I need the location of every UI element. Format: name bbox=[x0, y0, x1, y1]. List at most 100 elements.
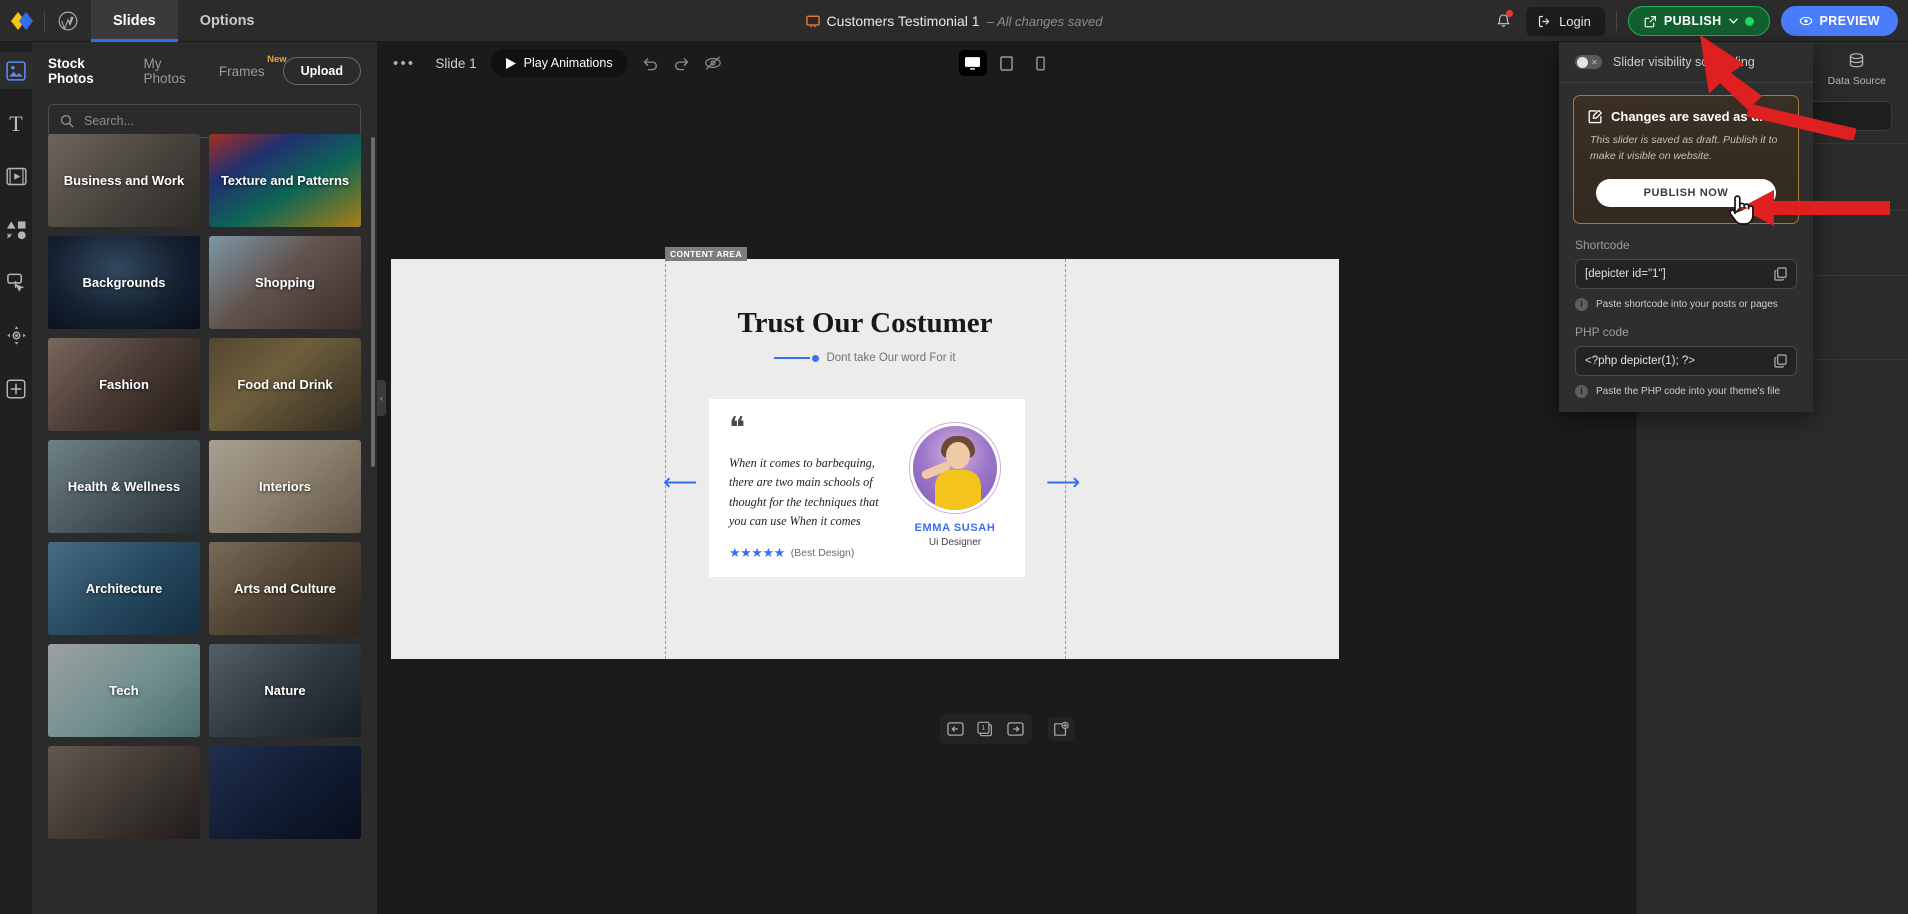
slide-stage[interactable]: CONTENT AREA Trust Our Costumer Dont tak… bbox=[391, 247, 1339, 659]
shortcode-field[interactable]: [depicter id="1"] bbox=[1575, 258, 1797, 289]
text-icon: T bbox=[9, 110, 23, 136]
rail-item-hotspot[interactable] bbox=[0, 317, 32, 354]
category-card[interactable]: Nature bbox=[209, 644, 361, 737]
author-role[interactable]: Ui Designer bbox=[907, 537, 1003, 548]
quote-text[interactable]: When it comes to barbequing, there are t… bbox=[729, 454, 895, 531]
tab-options-label: Options bbox=[199, 12, 255, 29]
category-card[interactable]: Texture and Patterns bbox=[209, 134, 361, 227]
search-box[interactable] bbox=[48, 104, 361, 138]
redo-button[interactable] bbox=[673, 56, 690, 71]
category-card[interactable]: Business and Work bbox=[48, 134, 200, 227]
testimonial-card[interactable]: ❝ When it comes to barbequing, there are… bbox=[709, 399, 1025, 577]
panel-collapse-handle[interactable]: ‹ bbox=[377, 380, 386, 416]
category-label: Texture and Patterns bbox=[220, 173, 350, 188]
category-card[interactable]: Backgrounds bbox=[48, 236, 200, 329]
slide-prev-arrow[interactable]: ⟵ bbox=[663, 471, 697, 495]
upload-button[interactable]: Upload bbox=[282, 57, 361, 85]
scheduling-label: Slider visibility scheduling bbox=[1613, 55, 1755, 69]
rail-item-text[interactable]: T bbox=[0, 105, 32, 142]
category-grid: Business and Work Texture and Patterns B… bbox=[48, 134, 361, 839]
next-slide-button[interactable] bbox=[1003, 717, 1029, 741]
slide-title[interactable]: Trust Our Costumer bbox=[391, 307, 1339, 340]
publish-now-button[interactable]: PUBLISH NOW bbox=[1596, 178, 1776, 207]
category-card[interactable]: Arts and Culture bbox=[209, 542, 361, 635]
toggle-visibility-button[interactable] bbox=[704, 55, 722, 71]
content-area-tag: CONTENT AREA bbox=[665, 247, 748, 261]
rail-item-media[interactable] bbox=[0, 52, 32, 89]
category-card[interactable]: Tech bbox=[48, 644, 200, 737]
copy-shortcode-icon[interactable] bbox=[1774, 266, 1787, 281]
device-desktop-button[interactable] bbox=[958, 50, 987, 76]
category-card[interactable]: Food and Drink bbox=[209, 338, 361, 431]
slide-menu-button[interactable]: ••• bbox=[393, 55, 421, 72]
copy-php-icon[interactable] bbox=[1774, 353, 1787, 368]
tab-frames[interactable]: Frames New bbox=[219, 54, 287, 79]
category-card[interactable] bbox=[209, 746, 361, 839]
tab-my-photos-label: My Photos bbox=[143, 56, 186, 86]
category-card[interactable]: Shopping bbox=[209, 236, 361, 329]
star-rating: ★★★★★ bbox=[729, 545, 785, 561]
canvas-toolbar: ••• Slide 1 Play Animations bbox=[377, 42, 1636, 84]
category-label: Nature bbox=[264, 683, 306, 698]
add-slide-button[interactable] bbox=[1047, 717, 1074, 741]
login-button[interactable]: Login bbox=[1526, 6, 1605, 36]
category-label: Tech bbox=[109, 683, 139, 698]
slide-subtitle[interactable]: Dont take Our word For it bbox=[826, 352, 955, 364]
publish-button[interactable]: PUBLISH bbox=[1627, 6, 1770, 36]
tab-my-photos[interactable]: My Photos bbox=[144, 56, 201, 86]
category-label: Arts and Culture bbox=[234, 581, 336, 596]
canvas-area: ••• Slide 1 Play Animations CONTENT AREA… bbox=[377, 42, 1636, 914]
previous-slide-button[interactable] bbox=[943, 717, 969, 741]
tab-stock-photos[interactable]: Stock Photos bbox=[48, 56, 126, 86]
category-label: Fashion bbox=[99, 377, 149, 392]
data-source-label: Data Source bbox=[1827, 75, 1886, 87]
button-icon bbox=[6, 273, 24, 292]
rail-item-video[interactable] bbox=[0, 158, 32, 195]
category-card[interactable]: Health & Wellness bbox=[48, 440, 200, 533]
wordpress-icon[interactable] bbox=[45, 0, 91, 42]
search-input[interactable] bbox=[84, 114, 349, 128]
search-icon bbox=[60, 114, 74, 128]
rating-row: ★★★★★ (Best Design) bbox=[729, 545, 895, 561]
scheduling-toggle[interactable]: ✕ bbox=[1575, 55, 1602, 69]
left-tool-rail: T bbox=[0, 42, 32, 914]
device-preview-group bbox=[958, 50, 1055, 76]
author-name[interactable]: EMMA SUSAH bbox=[907, 522, 1003, 534]
scheduling-toggle-row[interactable]: ✕ Slider visibility scheduling bbox=[1559, 42, 1813, 82]
data-source-item[interactable]: Data Source bbox=[1828, 52, 1886, 87]
hotspot-icon bbox=[6, 326, 26, 345]
php-value: <?php depicter(1); ?> bbox=[1585, 354, 1695, 367]
stock-photos-panel: Stock Photos My Photos Frames New Upload bbox=[32, 42, 377, 914]
depicter-logo-icon[interactable] bbox=[0, 0, 44, 42]
notification-badge bbox=[1506, 10, 1514, 17]
category-label: Shopping bbox=[255, 275, 315, 290]
notifications-bell-icon[interactable] bbox=[1491, 9, 1515, 33]
undo-button[interactable] bbox=[642, 56, 659, 71]
rail-item-add[interactable] bbox=[0, 370, 32, 407]
rail-item-shapes[interactable] bbox=[0, 211, 32, 248]
rail-item-button[interactable] bbox=[0, 264, 32, 301]
slide-number-button[interactable]: 1 bbox=[973, 717, 999, 741]
upload-label: Upload bbox=[300, 64, 343, 78]
slide-next-arrow[interactable]: ⟶ bbox=[1046, 471, 1080, 495]
preview-button[interactable]: PREVIEW bbox=[1780, 6, 1898, 36]
toggle-off-mark: ✕ bbox=[1591, 57, 1598, 67]
category-card[interactable]: Architecture bbox=[48, 542, 200, 635]
device-mobile-button[interactable] bbox=[1027, 50, 1055, 76]
divider-2 bbox=[1615, 11, 1617, 31]
shapes-icon bbox=[6, 220, 26, 239]
tab-options[interactable]: Options bbox=[178, 0, 277, 42]
device-tablet-button[interactable] bbox=[993, 50, 1021, 76]
category-card[interactable]: Interiors bbox=[209, 440, 361, 533]
category-scroll-area[interactable]: Business and Work Texture and Patterns B… bbox=[32, 134, 377, 914]
eye-icon bbox=[1799, 16, 1812, 26]
tab-slides[interactable]: Slides bbox=[91, 0, 178, 42]
category-card[interactable] bbox=[48, 746, 200, 839]
panel-scrollbar[interactable] bbox=[371, 137, 375, 467]
play-animations-button[interactable]: Play Animations bbox=[490, 49, 628, 77]
php-field[interactable]: <?php depicter(1); ?> bbox=[1575, 345, 1797, 376]
slide-nav-group: 1 bbox=[939, 714, 1032, 744]
category-card[interactable]: Fashion bbox=[48, 338, 200, 431]
draft-edit-icon bbox=[1588, 109, 1602, 124]
preview-label: PREVIEW bbox=[1819, 14, 1880, 28]
